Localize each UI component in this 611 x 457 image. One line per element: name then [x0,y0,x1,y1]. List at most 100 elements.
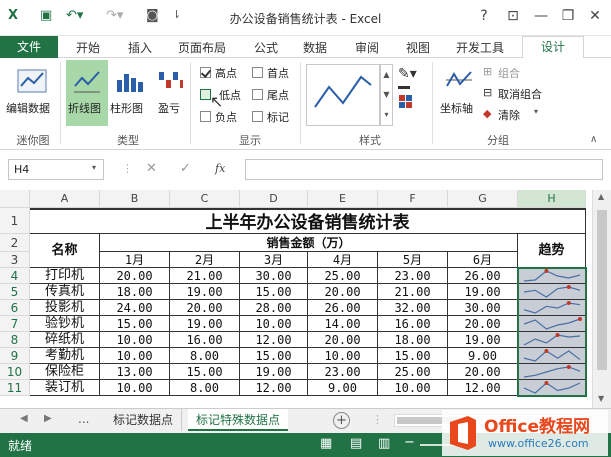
next-sheet-icon[interactable]: ▶ [44,413,52,424]
value-cell[interactable]: 10.00 [308,348,378,364]
value-cell[interactable]: 9.00 [308,380,378,396]
month-header-cell[interactable]: 1月 [100,252,170,268]
value-cell[interactable]: 20.00 [448,316,518,332]
value-cell[interactable]: 10.00 [100,380,170,396]
row-header-11[interactable]: 11 [0,380,30,396]
tab-review[interactable]: 审阅 [355,39,379,56]
sheet-title-cell[interactable]: 上半年办公设备销售统计表 [30,208,586,234]
value-cell[interactable]: 25.00 [308,268,378,284]
product-name-cell[interactable]: 投影机 [30,300,100,316]
col-header-a[interactable]: A [30,190,100,208]
sparkline-cell[interactable] [518,364,586,380]
row-header-9[interactable]: 9 [0,348,30,364]
sparkline-cell[interactable] [518,300,586,316]
product-name-cell[interactable]: 碎纸机 [30,332,100,348]
value-cell[interactable]: 8.00 [170,380,240,396]
value-cell[interactable]: 9.00 [448,348,518,364]
value-cell[interactable]: 20.00 [170,300,240,316]
gallery-scroll[interactable]: ▲ ▼ ▾ [380,64,393,126]
month-header-cell[interactable]: 2月 [170,252,240,268]
value-cell[interactable]: 20.00 [308,332,378,348]
tab-design[interactable]: 设计 [522,36,584,59]
month-header-cell[interactable]: 3月 [240,252,308,268]
value-cell[interactable]: 18.00 [100,284,170,300]
axis-button[interactable]: 坐标轴 [440,100,473,116]
value-cell[interactable]: 19.00 [170,316,240,332]
row-header-5[interactable]: 5 [0,284,30,300]
value-cell[interactable]: 8.00 [170,348,240,364]
value-cell[interactable]: 26.00 [308,300,378,316]
sparkline-cell[interactable] [518,316,586,332]
month-header-cell[interactable]: 4月 [308,252,378,268]
close-icon[interactable]: ✕ [585,8,605,24]
row-header-10[interactable]: 10 [0,364,30,380]
enter-icon[interactable]: ✓ [180,161,191,176]
winloss-chart-icon[interactable] [156,66,184,97]
tab-page-layout[interactable]: 页面布局 [178,39,226,56]
page-break-view-icon[interactable]: ▥ [378,436,390,451]
row-header-8[interactable]: 8 [0,332,30,348]
insert-function-icon[interactable]: fx [215,162,225,175]
value-cell[interactable]: 24.00 [100,300,170,316]
value-cell[interactable]: 21.00 [170,268,240,284]
value-cell[interactable]: 12.00 [240,332,308,348]
sparkline-style-gallery[interactable] [306,64,380,126]
value-cell[interactable]: 15.00 [100,316,170,332]
value-cell[interactable]: 30.00 [240,268,308,284]
tab-view[interactable]: 视图 [406,39,430,56]
value-cell[interactable]: 12.00 [240,380,308,396]
collapse-ribbon-icon[interactable]: ∧ [590,134,597,145]
page-layout-view-icon[interactable]: ▤ [350,436,362,451]
product-name-cell[interactable]: 考勤机 [30,348,100,364]
value-cell[interactable]: 15.00 [240,284,308,300]
month-header-cell[interactable]: 6月 [448,252,518,268]
tab-data[interactable]: 数据 [303,39,327,56]
product-name-cell[interactable]: 保险柜 [30,364,100,380]
scroll-down-icon[interactable]: ▼ [598,394,604,403]
value-cell[interactable]: 19.00 [448,284,518,300]
prev-sheet-icon[interactable]: ◀ [20,413,28,424]
value-cell[interactable]: 10.00 [100,348,170,364]
sheet-tab-2[interactable]: 标记特殊数据点 [188,409,289,431]
sparkline-cell[interactable] [518,284,586,300]
value-cell[interactable]: 10.00 [240,316,308,332]
row-header-4[interactable]: 4 [0,268,30,284]
value-cell[interactable]: 20.00 [100,268,170,284]
normal-view-icon[interactable]: ▦ [320,436,332,451]
more-sheets[interactable]: ... [78,412,89,426]
value-cell[interactable]: 15.00 [378,348,448,364]
amount-header-cell[interactable]: 销售金额（万） [100,234,518,252]
value-cell[interactable]: 20.00 [448,364,518,380]
edit-data-button[interactable]: 编辑数据 [6,100,50,116]
zoom-out-icon[interactable]: − [404,435,415,450]
help-button[interactable]: ? [474,8,494,24]
product-name-cell[interactable]: 打印机 [30,268,100,284]
clear-dropdown-icon[interactable]: ▾ [534,107,538,116]
value-cell[interactable]: 30.00 [448,300,518,316]
sparkline-color-icon[interactable]: ✎▾ [398,66,417,82]
value-cell[interactable]: 21.00 [378,284,448,300]
sparkline-cell[interactable] [518,332,586,348]
value-cell[interactable]: 32.00 [378,300,448,316]
ribbon-display-icon[interactable]: ⊡ [503,8,523,24]
tab-insert[interactable]: 插入 [128,39,152,56]
scroll-up-icon[interactable]: ▲ [598,192,604,201]
group-button[interactable]: 组合 [498,65,520,81]
row-header-2[interactable]: 2 [0,234,30,252]
value-cell[interactable]: 16.00 [170,332,240,348]
clear-button[interactable]: 清除 [498,107,520,123]
restore-icon[interactable]: ❐ [558,8,578,24]
last-point-checkbox[interactable] [252,89,263,100]
value-cell[interactable]: 18.00 [378,332,448,348]
marker-color-icon[interactable] [398,94,420,113]
value-cell[interactable]: 10.00 [100,332,170,348]
value-cell[interactable]: 16.00 [378,316,448,332]
tab-home[interactable]: 开始 [76,39,100,56]
col-header-g[interactable]: G [448,190,518,208]
vertical-scrollbar[interactable]: ▲ ▼ [592,190,611,408]
value-cell[interactable]: 23.00 [378,268,448,284]
row-header-7[interactable]: 7 [0,316,30,332]
value-cell[interactable]: 14.00 [308,316,378,332]
sparkline-cell[interactable] [518,348,586,364]
value-cell[interactable]: 15.00 [170,364,240,380]
